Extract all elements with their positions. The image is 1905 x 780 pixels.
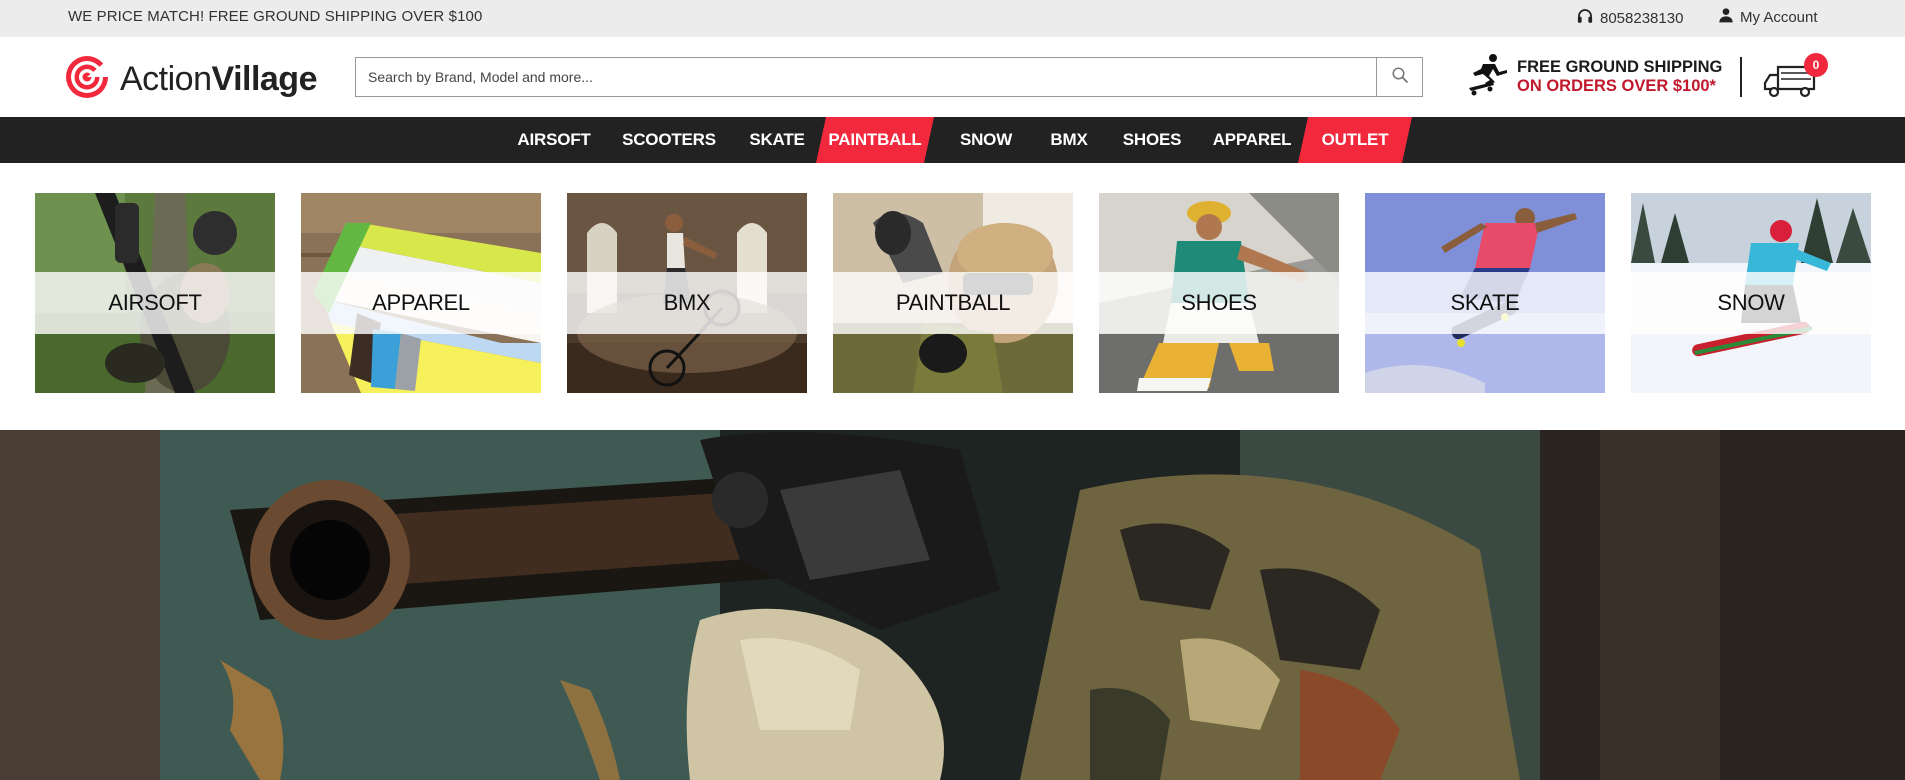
nav-item-snow[interactable]: SNOW [950, 117, 1022, 163]
category-label: SNOW [1717, 290, 1785, 315]
free-shipping-banner: FREE GROUND SHIPPING ON ORDERS OVER $100… [1463, 52, 1722, 101]
hero-banner [0, 430, 1905, 780]
nav-item-skate[interactable]: SKATE [742, 117, 812, 163]
search-button[interactable] [1376, 58, 1422, 96]
search-bar [355, 57, 1423, 97]
category-tiles: AIRSOFT APPAREL BMX PAINTBALL SHOES SKAT… [0, 163, 1905, 430]
shipping-line-2: ON ORDERS OVER $100* [1517, 76, 1716, 95]
logo-word-light: Action [120, 60, 212, 98]
target-logo-icon [64, 54, 110, 105]
my-account-link[interactable]: My Account [1718, 7, 1818, 27]
nav-item-shoes[interactable]: SHOES [1116, 117, 1188, 163]
category-tile-skate[interactable]: SKATE [1365, 193, 1605, 393]
category-label: SKATE [1450, 290, 1520, 315]
price-match-promo: WE PRICE MATCH! FREE GROUND SHIPPING OVE… [68, 8, 483, 25]
site-logo[interactable]: ActionVillage [64, 54, 317, 105]
category-tile-airsoft[interactable]: AIRSOFT [35, 193, 275, 393]
nav-item-outlet[interactable]: OUTLET [1298, 117, 1412, 163]
top-bar: WE PRICE MATCH! FREE GROUND SHIPPING OVE… [0, 0, 1905, 37]
category-label: AIRSOFT [108, 290, 202, 315]
user-icon [1718, 7, 1734, 27]
nav-item-apparel[interactable]: APPAREL [1210, 117, 1294, 163]
nav-item-paintball[interactable]: PAINTBALL [816, 117, 934, 163]
cart-button[interactable]: 0 [1762, 53, 1828, 101]
header-divider [1740, 57, 1742, 97]
category-label: BMX [663, 290, 711, 315]
category-tile-snow[interactable]: SNOW [1631, 193, 1871, 393]
main-navigation: AIRSOFT SCOOTERS SKATE PAINTBALL SNOW BM… [0, 117, 1905, 163]
category-tile-apparel[interactable]: APPAREL [301, 193, 541, 393]
category-tile-paintball[interactable]: PAINTBALL [833, 193, 1073, 393]
phone-number: 8058238130 [1600, 9, 1684, 27]
skateboarder-icon [1463, 52, 1509, 101]
nav-item-bmx[interactable]: BMX [1044, 117, 1094, 163]
nav-item-airsoft[interactable]: AIRSOFT [510, 117, 598, 163]
logo-wordmark: ActionVillage [120, 60, 317, 99]
category-label: SHOES [1181, 290, 1257, 315]
shipping-text: FREE GROUND SHIPPING ON ORDERS OVER $100… [1517, 58, 1722, 96]
my-account-label: My Account [1740, 8, 1818, 26]
logo-word-bold: Village [211, 60, 318, 98]
hero-image [0, 430, 1905, 780]
phone-link[interactable]: 8058238130 [1576, 7, 1683, 29]
search-input[interactable] [356, 58, 1376, 96]
search-icon [1391, 66, 1409, 89]
site-header: ActionVillage FREE GROUND SHIPPING ON OR… [0, 37, 1905, 117]
category-label: APPAREL [372, 290, 470, 315]
category-label: PAINTBALL [895, 290, 1011, 315]
category-tile-shoes[interactable]: SHOES [1099, 193, 1339, 393]
cart-count-badge: 0 [1804, 53, 1828, 77]
headset-icon [1576, 7, 1594, 29]
category-tile-bmx[interactable]: BMX [567, 193, 807, 393]
nav-item-scooters[interactable]: SCOOTERS [616, 117, 722, 163]
shipping-line-1: FREE GROUND SHIPPING [1517, 57, 1723, 76]
